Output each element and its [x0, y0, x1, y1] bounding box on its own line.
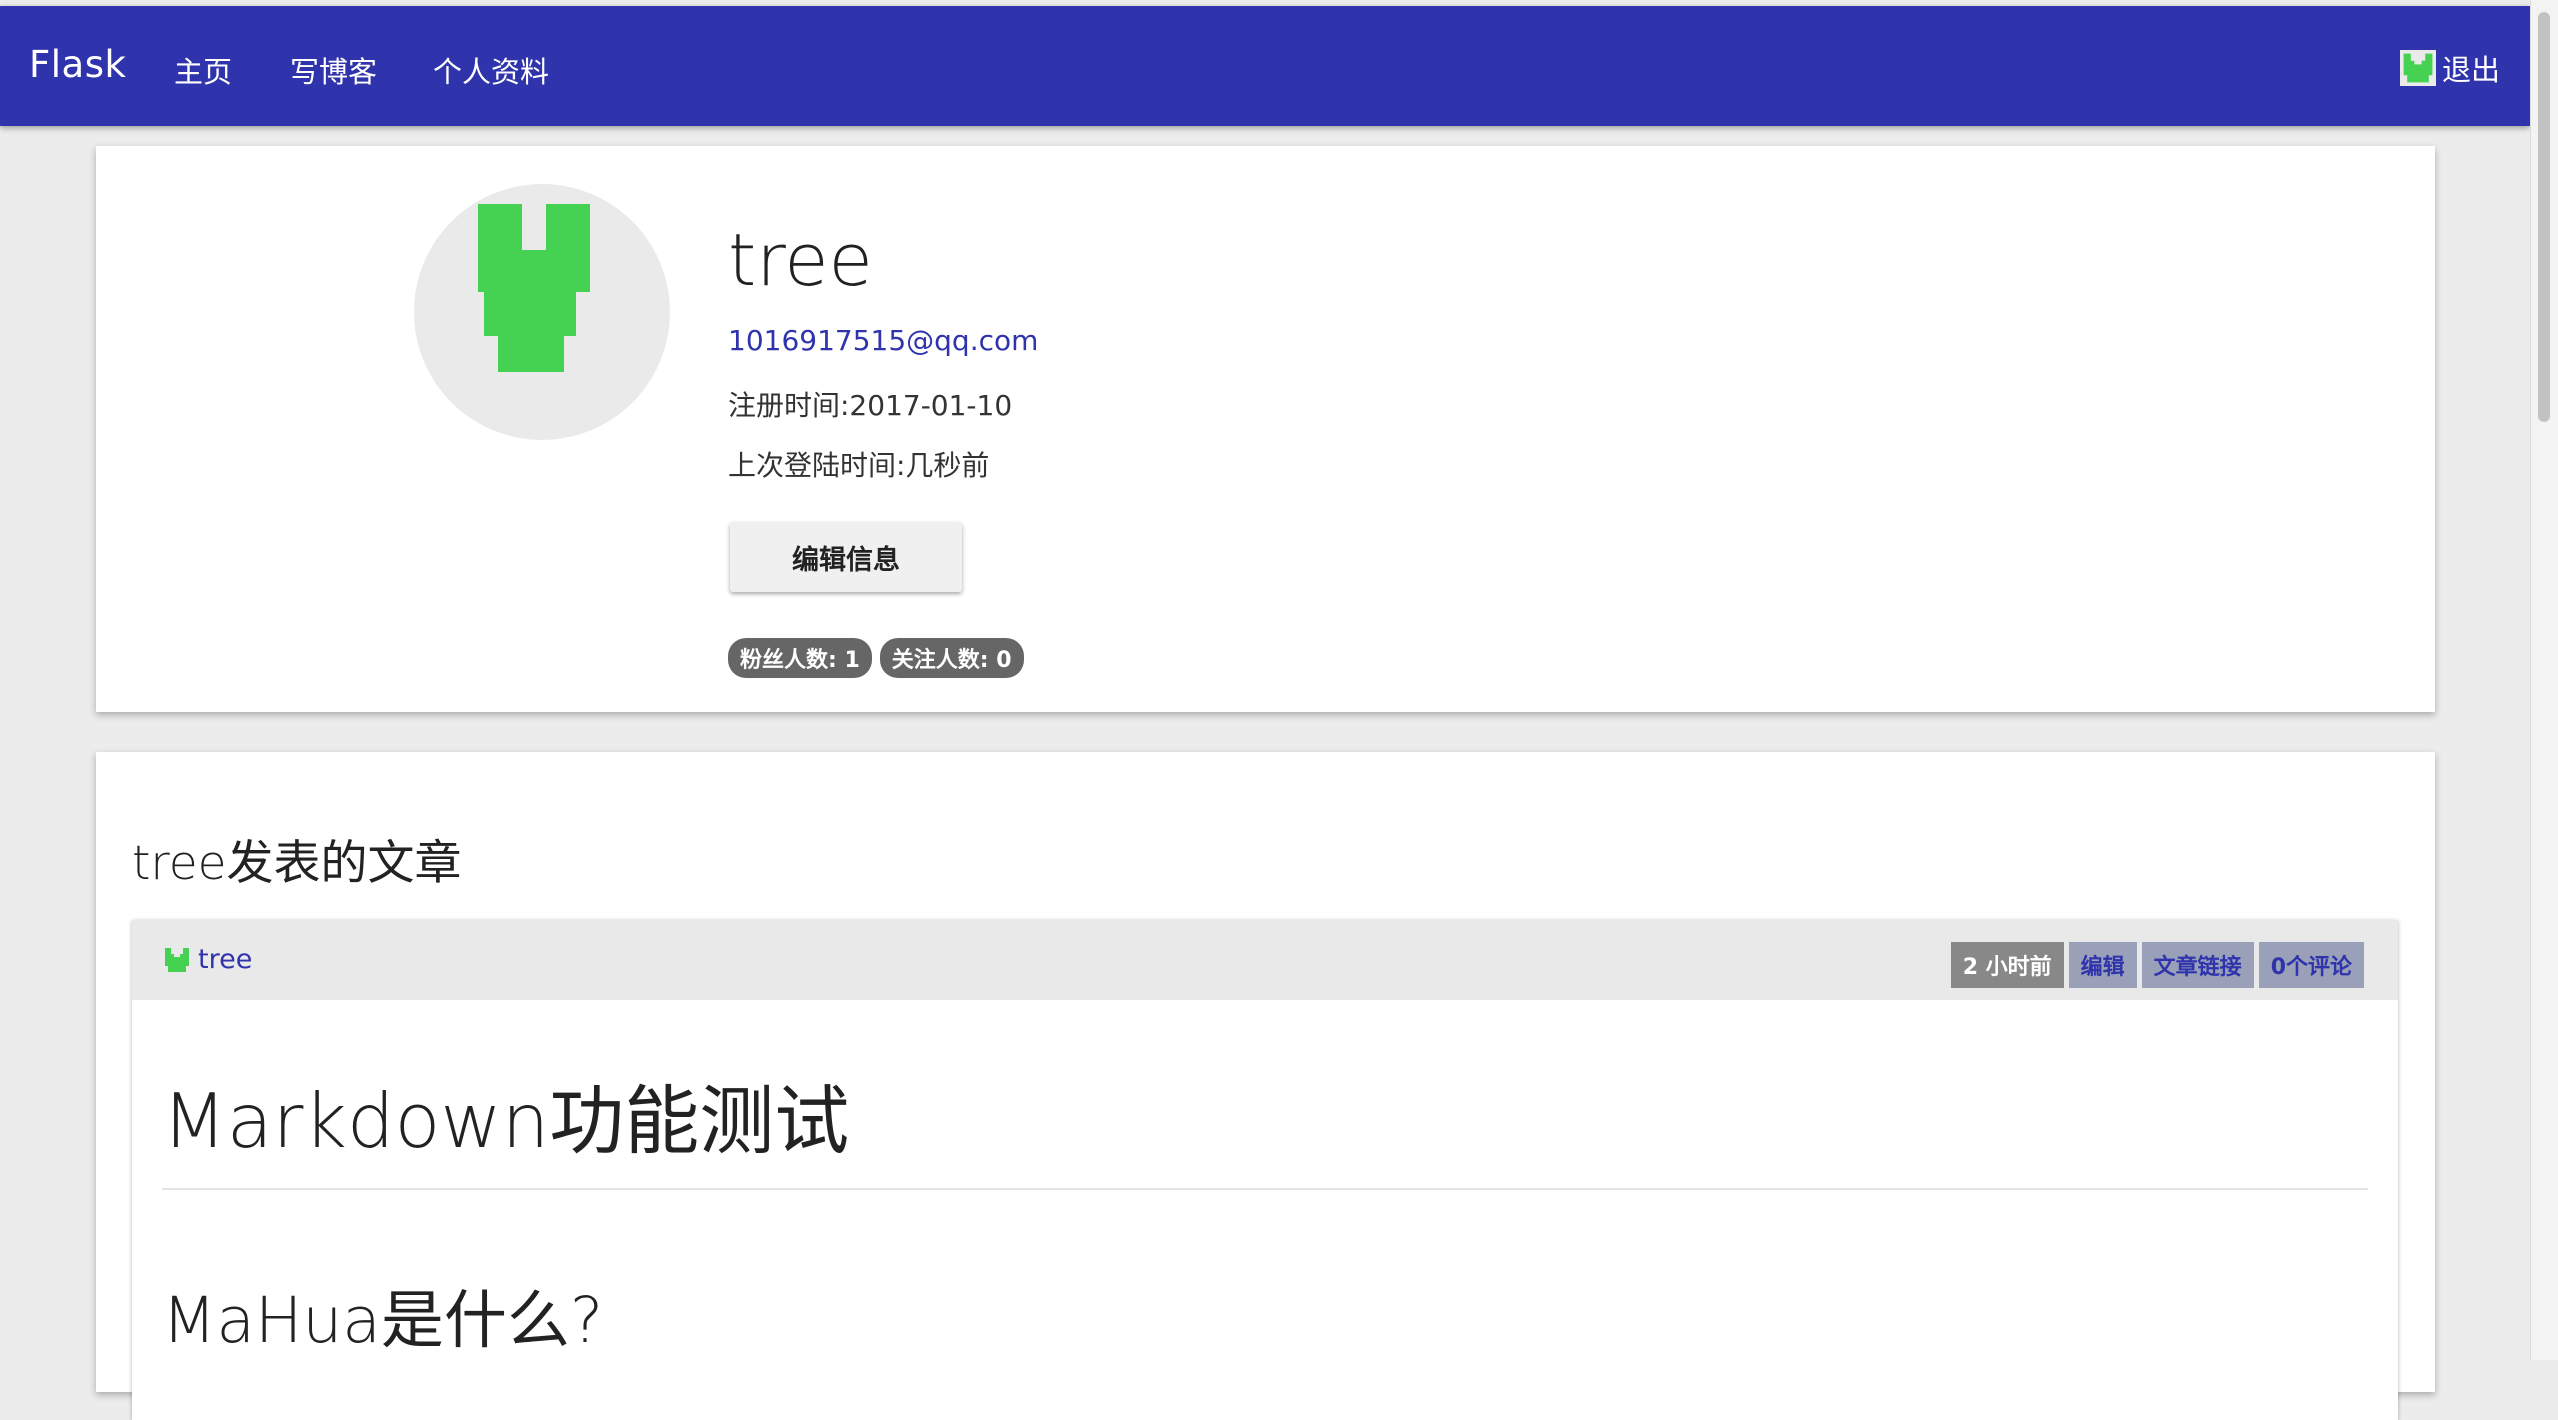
post-item: tree 2 小时前 编辑 文章链接 0个评论 Markdown功能测试 MaH… — [132, 920, 2398, 1420]
post-time-label: 2 小时前 — [1950, 942, 2064, 988]
profile-username: tree — [728, 218, 873, 302]
post-permalink[interactable]: 文章链接 — [2141, 942, 2254, 988]
profile-email-link[interactable]: 1016917515@qq.com — [728, 324, 1038, 357]
scrollbar-thumb[interactable] — [2538, 12, 2550, 422]
user-avatar-icon — [2399, 50, 2436, 86]
following-badge[interactable]: 关注人数: 0 — [879, 638, 1024, 678]
logout-label: 退出 — [2441, 53, 2500, 87]
post-meta-labels: 2 小时前 编辑 文章链接 0个评论 — [1950, 942, 2364, 988]
post-edit-link[interactable]: 编辑 — [2068, 942, 2137, 988]
posts-card: tree发表的文章 tree 2 小时前 编辑 文章链接 0个评论 Markdo… — [96, 752, 2435, 1420]
top-navbar: Flask 主页 写博客 个人资料 退出 — [0, 6, 2530, 126]
post-divider — [162, 1188, 2368, 1190]
identicon-avatar-icon — [478, 204, 590, 372]
avatar — [414, 184, 670, 440]
post-header: tree 2 小时前 编辑 文章链接 0个评论 — [132, 920, 2398, 1000]
logout-link[interactable]: 退出 — [2399, 50, 2500, 87]
edit-profile-button[interactable]: 编辑信息 — [730, 522, 962, 592]
follow-stats: 粉丝人数: 1 关注人数: 0 — [728, 638, 1024, 678]
posts-heading: tree发表的文章 — [132, 836, 462, 891]
post-subheading: MaHua是什么? — [162, 1284, 604, 1357]
post-comments-link[interactable]: 0个评论 — [2258, 942, 2364, 988]
nav-link-profile[interactable]: 个人资料 — [433, 49, 549, 91]
last-seen: 上次登陆时间:几秒前 — [728, 449, 990, 482]
nav-link-write-blog[interactable]: 写博客 — [290, 49, 377, 91]
post-author-name: tree — [198, 944, 253, 975]
post-author-link[interactable]: tree — [162, 944, 252, 975]
registration-date: 注册时间:2017-01-10 — [728, 389, 1013, 422]
author-avatar-icon — [165, 947, 189, 972]
profile-card: tree 1016917515@qq.com 注册时间:2017-01-10 上… — [96, 146, 2435, 712]
followers-badge[interactable]: 粉丝人数: 1 — [728, 638, 872, 678]
vertical-scrollbar[interactable] — [2530, 0, 2558, 1360]
brand-link[interactable]: Flask — [29, 43, 126, 86]
post-title: Markdown功能测试 — [162, 1077, 850, 1165]
nav-link-home[interactable]: 主页 — [174, 49, 232, 91]
